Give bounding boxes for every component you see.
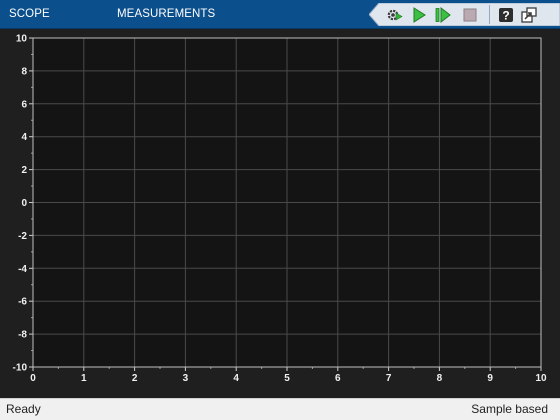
quick-access-toolbar: ? [369,3,560,26]
y-tick-label: 2 [21,165,27,176]
toolbar-separator [489,5,490,24]
y-tick-label: -6 [18,297,27,308]
settings-icon[interactable] [385,6,403,24]
x-tick-label: 7 [386,373,392,384]
x-tick-label: 3 [183,373,189,384]
scope-window: SCOPE MEASUREMENTS ? 0 1 2 3 4 5 6 7 8 9… [0,0,560,420]
x-tick-label: 4 [233,373,239,384]
x-tick-label: 6 [335,373,341,384]
undock-icon[interactable] [520,6,538,24]
x-tick-label: 5 [284,373,290,384]
step-forward-icon[interactable] [434,6,452,24]
x-tick-label: 2 [132,373,138,384]
y-tick-label: 6 [21,99,27,110]
tab-scope[interactable]: SCOPE [9,0,50,29]
y-tick-label: 4 [21,132,27,143]
help-icon[interactable]: ? [497,6,515,24]
toolstrip: SCOPE MEASUREMENTS ? [0,0,560,29]
x-tick-label: 10 [535,373,547,384]
sampling-mode-text: Sample based [471,402,548,416]
x-tick-label: 8 [437,373,443,384]
run-icon[interactable] [410,6,428,24]
tab-measurements[interactable]: MEASUREMENTS [117,0,215,29]
y-tick-label: 0 [21,198,27,209]
y-tick-label: 8 [21,66,27,77]
y-tick-label: -4 [18,264,27,275]
y-tick-label: -8 [18,330,27,341]
status-text: Ready [6,402,41,416]
stop-icon[interactable] [461,6,479,24]
status-bar: Ready Sample based [0,398,560,420]
x-tick-label: 1 [81,373,87,384]
x-tick-label: 0 [30,373,36,384]
y-tick-label: 10 [16,34,28,45]
y-tick-label: -2 [18,231,27,242]
time-scope-plot[interactable]: 0 1 2 3 4 5 6 7 8 9 10 10 8 6 4 2 0 -2 -4 -6 -8 -10 [0,29,560,394]
y-tick-label: -10 [13,363,28,374]
scope-display: 0 1 2 3 4 5 6 7 8 9 10 10 8 6 4 2 0 -2 -4 -6 -8 -10 [0,29,560,394]
x-tick-label: 9 [487,373,493,384]
svg-text:?: ? [502,9,509,23]
